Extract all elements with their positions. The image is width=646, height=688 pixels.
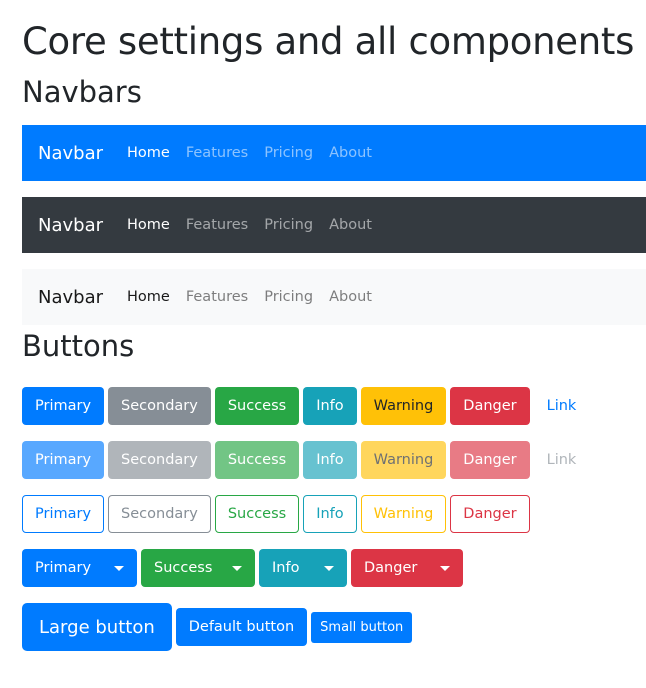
navbar-brand[interactable]: Navbar (38, 143, 103, 164)
primary-button-disabled: Primary (22, 441, 105, 479)
solid-buttons-row: Primary Secondary Success Info Warning D… (22, 387, 589, 425)
nav-link-home[interactable]: Home (127, 217, 170, 233)
info-button[interactable]: Info (303, 387, 357, 425)
info-dropdown-button[interactable]: Info (259, 549, 347, 587)
large-button[interactable]: Large button (22, 603, 172, 651)
success-dropdown-button[interactable]: Success (141, 549, 255, 587)
nav-link-features[interactable]: Features (186, 217, 248, 233)
nav-link-about[interactable]: About (329, 289, 372, 305)
disabled-buttons-row: Primary Secondary Success Info Warning D… (22, 441, 589, 479)
primary-button[interactable]: Primary (22, 387, 105, 425)
nav-link-about[interactable]: About (329, 145, 372, 161)
nav-link-home[interactable]: Home (127, 145, 170, 161)
small-button[interactable]: Small button (311, 611, 413, 643)
section-heading-navbars: Navbars (22, 75, 142, 109)
navbar-light: Navbar Home Features Pricing About (22, 269, 646, 325)
nav-link-home[interactable]: Home (127, 289, 170, 305)
navbar-brand[interactable]: Navbar (38, 287, 103, 308)
link-button-disabled: Link (534, 441, 590, 479)
warning-outline-button[interactable]: Warning (360, 495, 447, 533)
secondary-button[interactable]: Secondary (108, 387, 211, 425)
nav-link-about[interactable]: About (329, 217, 372, 233)
danger-dropdown-button[interactable]: Danger (351, 549, 463, 587)
size-buttons-row: Large button Default button Small button (22, 603, 413, 651)
success-button[interactable]: Success (214, 387, 300, 425)
success-button-disabled: Success (214, 441, 300, 479)
dropdown-label: Primary (35, 560, 92, 576)
info-button-disabled: Info (303, 441, 357, 479)
section-heading-buttons: Buttons (22, 329, 135, 363)
nav-link-pricing[interactable]: Pricing (264, 217, 313, 233)
caret-down-icon (232, 565, 242, 571)
link-button[interactable]: Link (534, 387, 590, 425)
caret-down-icon (114, 565, 124, 571)
dropdown-label: Danger (364, 560, 418, 576)
dropdown-label: Info (272, 560, 300, 576)
page-title: Core settings and all components (22, 20, 635, 63)
secondary-button-disabled: Secondary (108, 441, 211, 479)
info-outline-button[interactable]: Info (303, 495, 357, 533)
danger-button-disabled: Danger (450, 441, 530, 479)
nav-link-features[interactable]: Features (186, 289, 248, 305)
outline-buttons-row: Primary Secondary Success Info Warning D… (22, 495, 530, 533)
secondary-outline-button[interactable]: Secondary (108, 495, 211, 533)
success-outline-button[interactable]: Success (214, 495, 300, 533)
primary-dropdown-button[interactable]: Primary (22, 549, 137, 587)
primary-outline-button[interactable]: Primary (22, 495, 105, 533)
danger-outline-button[interactable]: Danger (450, 495, 530, 533)
nav-link-features[interactable]: Features (186, 145, 248, 161)
navbar-dark: Navbar Home Features Pricing About (22, 197, 646, 253)
navbar-primary: Navbar Home Features Pricing About (22, 125, 646, 181)
caret-down-icon (440, 565, 450, 571)
default-button[interactable]: Default button (175, 608, 308, 646)
warning-button[interactable]: Warning (360, 387, 447, 425)
nav-link-pricing[interactable]: Pricing (264, 289, 313, 305)
danger-button[interactable]: Danger (450, 387, 530, 425)
navbar-brand[interactable]: Navbar (38, 215, 103, 236)
caret-down-icon (324, 565, 334, 571)
warning-button-disabled: Warning (360, 441, 447, 479)
dropdown-label: Success (154, 560, 213, 576)
nav-link-pricing[interactable]: Pricing (264, 145, 313, 161)
dropdown-buttons-row: Primary Success Info Danger (22, 549, 463, 587)
